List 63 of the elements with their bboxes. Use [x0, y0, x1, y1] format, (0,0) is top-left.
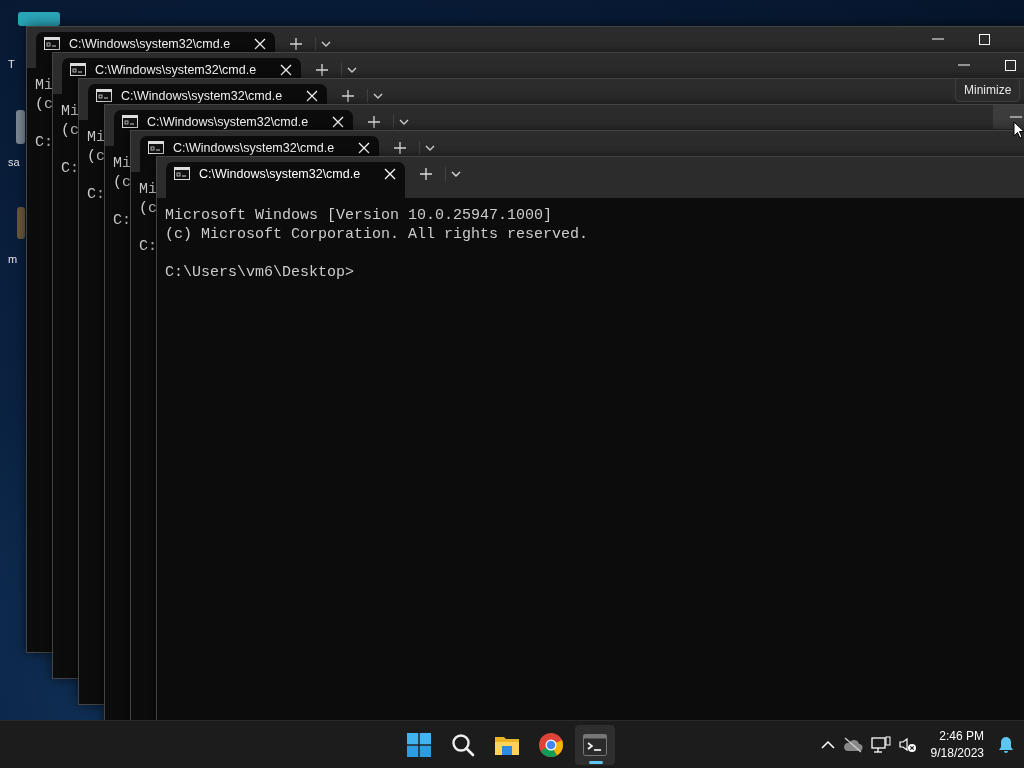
console-text: (c) Microsoft Corporation. All rights reserved. — [165, 225, 589, 244]
tab-title: C:\Windows\system32\cmd.e — [173, 141, 336, 155]
chevron-up-icon[interactable] — [820, 740, 835, 749]
tab-title: C:\Windows\system32\cmd.e — [147, 115, 310, 129]
console-text: (c — [113, 173, 131, 192]
close-tab-button[interactable] — [305, 89, 319, 103]
close-tab-button[interactable] — [279, 63, 293, 77]
cloud-off-icon[interactable] — [842, 736, 863, 753]
command-prompt: C: — [61, 159, 79, 178]
console-text: (c — [87, 147, 105, 166]
network-icon[interactable] — [870, 735, 891, 754]
minimize-icon — [1010, 116, 1022, 118]
console-text: Microsoft Windows [Version 10.0.25947.1000] — [165, 206, 553, 225]
close-tab-button[interactable] — [383, 167, 397, 181]
maximize-icon — [1004, 59, 1016, 71]
console-text: Mi — [113, 154, 131, 173]
speaker-muted-icon[interactable] — [898, 736, 917, 753]
console-text: Mi — [87, 128, 105, 147]
new-tab-button[interactable] — [315, 63, 329, 77]
console-icon — [122, 115, 138, 128]
taskbar-app-button[interactable] — [575, 724, 615, 765]
minimize-tooltip: Minimize — [955, 78, 1021, 102]
new-tab-button[interactable] — [393, 141, 407, 155]
console-icon — [174, 167, 190, 180]
console-text: Mi — [139, 180, 157, 199]
windows-logo-icon — [407, 732, 431, 757]
command-prompt: C: — [35, 133, 53, 152]
new-tab-button[interactable] — [289, 37, 303, 51]
search-icon — [451, 732, 475, 757]
chrome-icon — [538, 731, 564, 758]
clock-date: 9/18/2023 — [930, 744, 984, 762]
bell-icon[interactable] — [998, 735, 1014, 754]
command-prompt: C:\Users\vm6\Desktop> — [165, 263, 355, 282]
desktop-icon-label: sa — [8, 156, 20, 168]
new-tab-button[interactable] — [367, 115, 381, 129]
tab-title: C:\Windows\system32\cmd.e — [69, 37, 232, 51]
console-text: (c — [61, 121, 79, 140]
desktop-icon-label: T — [8, 58, 15, 70]
terminal-icon — [583, 733, 607, 756]
command-prompt: C: — [113, 211, 131, 230]
command-prompt: C: — [139, 237, 157, 256]
close-tab-button[interactable] — [331, 115, 345, 129]
console-icon — [96, 89, 112, 102]
tab-title: C:\Windows\system32\cmd.e — [199, 167, 362, 181]
close-tab-button[interactable] — [357, 141, 371, 155]
console-text: (c — [35, 95, 53, 114]
console-text: Mi — [35, 76, 53, 95]
console-text: (c — [139, 199, 157, 218]
clock-time: 2:46 PM — [939, 727, 984, 745]
console-text: Mi — [61, 102, 79, 121]
console-icon — [70, 63, 86, 76]
close-tab-button[interactable] — [253, 37, 267, 51]
maximize-icon — [978, 33, 990, 45]
tab-title: C:\Windows\system32\cmd.e — [95, 63, 258, 77]
desktop-icon-label: m — [8, 253, 18, 265]
tab-title: C:\Windows\system32\cmd.e — [121, 89, 284, 103]
minimize-icon — [958, 64, 970, 66]
new-tab-button[interactable] — [341, 89, 355, 103]
command-prompt: C: — [87, 185, 105, 204]
minimize-icon — [932, 38, 944, 40]
console-icon — [44, 37, 60, 50]
console-icon — [148, 141, 164, 154]
new-tab-button[interactable] — [419, 167, 433, 181]
